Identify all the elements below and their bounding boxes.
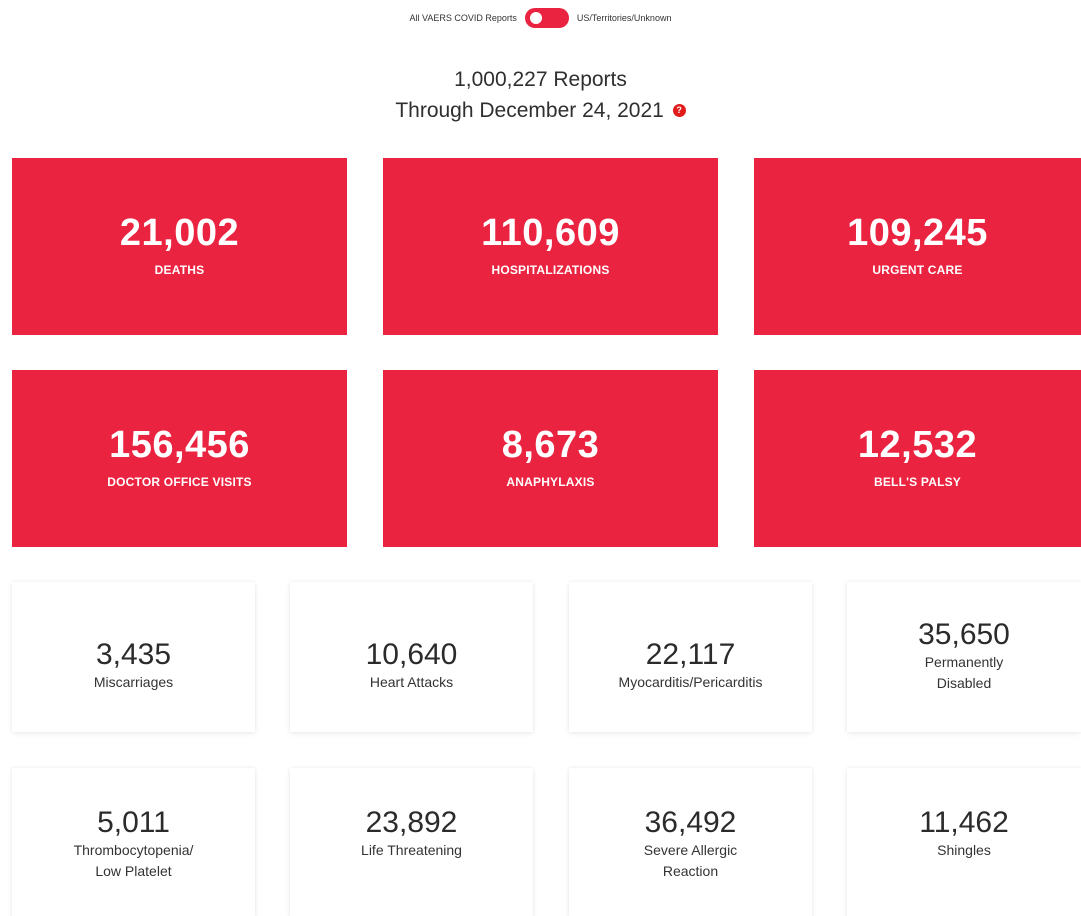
card-content: 10,640 Heart Attacks <box>290 638 533 693</box>
page: All VAERS COVID Reports US/Territories/U… <box>0 0 1081 916</box>
tile-value: 109,245 <box>847 212 988 254</box>
card-value: 10,640 <box>365 638 458 671</box>
tile-value: 21,002 <box>119 212 240 254</box>
card-content: 23,892 Life Threatening <box>290 806 533 861</box>
switch-knob <box>529 12 542 24</box>
stat-card-permanently-disabled[interactable]: 35,650 Permanently Disabled <box>847 582 1081 732</box>
reports-through-date: Through December 24, 2021 ? <box>0 95 1081 126</box>
stat-tile-doctor-office-visits[interactable]: 156,456 DOCTOR OFFICE VISITS <box>12 370 347 547</box>
card-value: 3,435 <box>95 638 172 671</box>
stat-card-shingles[interactable]: 11,462 Shingles <box>847 768 1081 916</box>
report-scope-toggle-row: All VAERS COVID Reports US/Territories/U… <box>0 8 1081 28</box>
card-value: 5,011 <box>97 806 170 839</box>
toggle-right-label: US/Territories/Unknown <box>576 13 672 23</box>
card-value: 11,462 <box>919 806 1009 839</box>
toggle-left-label: All VAERS COVID Reports <box>409 13 517 23</box>
stat-card-severe-allergic-reaction[interactable]: 36,492 Severe Allergic Reaction <box>569 768 812 916</box>
tile-value: 156,456 <box>109 424 250 466</box>
tile-label: URGENT CARE <box>872 263 963 277</box>
stat-card-myocarditis[interactable]: 22,117 Myocarditis/Pericarditis <box>569 582 812 732</box>
stat-card-miscarriages[interactable]: 3,435 Miscarriages <box>12 582 255 732</box>
tile-value: 110,609 <box>481 212 620 254</box>
card-content: 22,117 Myocarditis/Pericarditis <box>569 638 812 693</box>
card-content: 3,435 Miscarriages <box>12 638 255 693</box>
stat-card-thrombocytopenia[interactable]: 5,011 Thrombocytopenia/ Low Platelet <box>12 768 255 916</box>
reports-header: 1,000,227 Reports Through December 24, 2… <box>0 64 1081 126</box>
card-label: Shingles <box>937 842 991 858</box>
stat-card-life-threatening[interactable]: 23,892 Life Threatening <box>290 768 533 916</box>
card-value: 36,492 <box>644 806 737 839</box>
tile-value: 12,532 <box>857 424 978 466</box>
card-label: Life Threatening <box>361 842 462 858</box>
stat-tile-bells-palsy[interactable]: 12,532 BELL'S PALSY <box>754 370 1081 547</box>
card-label: Thrombocytopenia/ Low Platelet <box>73 842 194 879</box>
stat-tile-hospitalizations[interactable]: 110,609 HOSPITALIZATIONS <box>383 158 718 335</box>
tile-label: DEATHS <box>154 263 205 277</box>
card-content: 5,011 Thrombocytopenia/ Low Platelet <box>12 806 255 882</box>
card-label: Myocarditis/Pericarditis <box>618 674 763 690</box>
card-label: Severe Allergic Reaction <box>643 842 738 879</box>
question-circle-icon[interactable]: ? <box>672 103 686 117</box>
stat-tile-deaths[interactable]: 21,002 DEATHS <box>12 158 347 335</box>
card-label: Permanently Disabled <box>924 654 1004 691</box>
tile-label: ANAPHYLAXIS <box>506 475 595 489</box>
tile-label: HOSPITALIZATIONS <box>491 263 610 277</box>
tile-value: 8,673 <box>501 424 600 466</box>
report-scope-switch[interactable] <box>524 8 569 28</box>
tile-label: BELL'S PALSY <box>873 475 962 489</box>
card-value: 35,650 <box>918 618 1010 651</box>
stat-tile-urgent-care[interactable]: 109,245 URGENT CARE <box>754 158 1081 335</box>
through-date-text: Through December 24, 2021 <box>395 99 664 122</box>
card-content: 35,650 Permanently Disabled <box>847 618 1081 694</box>
reports-count: 1,000,227 Reports <box>454 68 627 91</box>
stat-tile-anaphylaxis[interactable]: 8,673 ANAPHYLAXIS <box>383 370 718 547</box>
card-content: 11,462 Shingles <box>847 806 1081 861</box>
stat-card-heart-attacks[interactable]: 10,640 Heart Attacks <box>290 582 533 732</box>
card-label: Heart Attacks <box>369 674 454 690</box>
tile-label: DOCTOR OFFICE VISITS <box>107 475 252 489</box>
card-label: Miscarriages <box>93 674 174 690</box>
card-content: 36,492 Severe Allergic Reaction <box>569 806 812 882</box>
card-value: 22,117 <box>645 638 736 671</box>
card-value: 23,892 <box>365 806 458 839</box>
